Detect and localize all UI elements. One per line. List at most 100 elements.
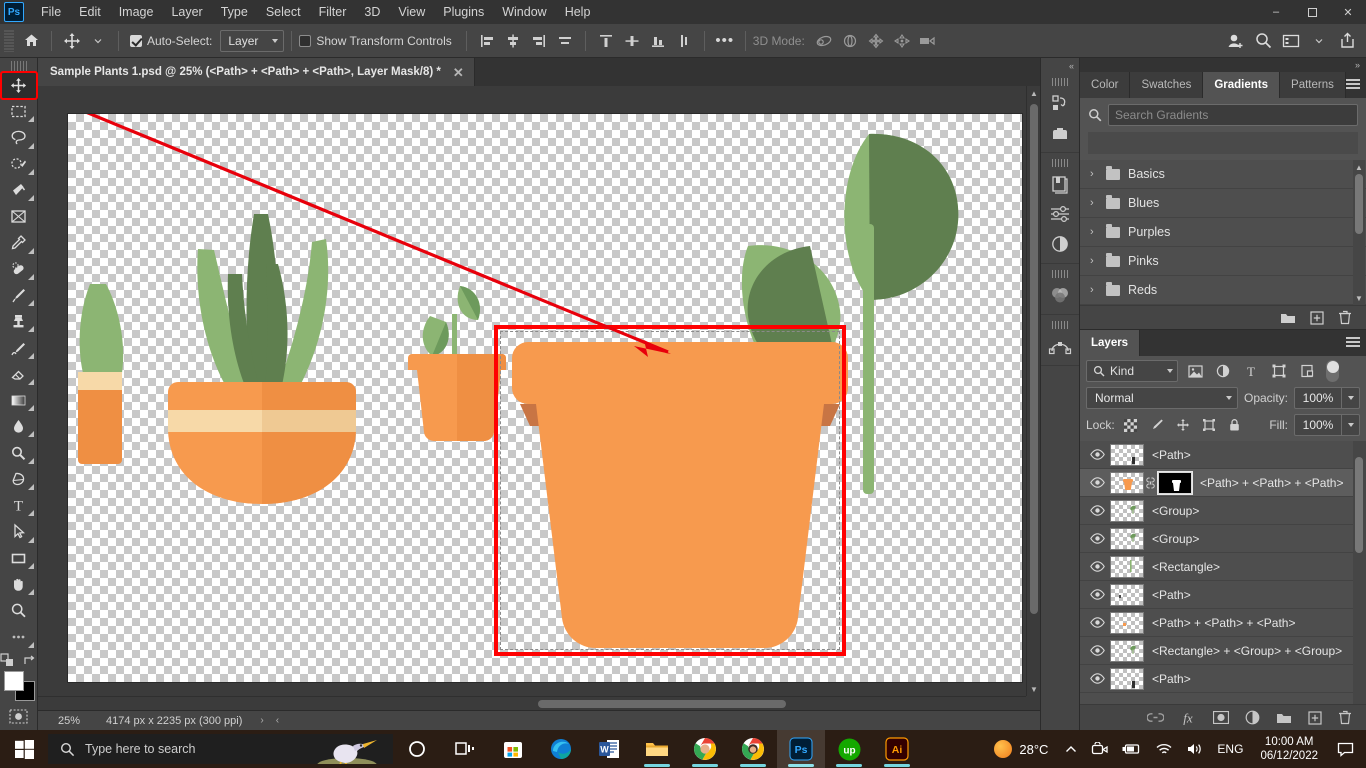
layer-thumbnail[interactable]: [1110, 443, 1144, 466]
scroll-thumb[interactable]: [1030, 104, 1038, 614]
lock-artboard-icon[interactable]: [1199, 415, 1219, 435]
options-bar-grip[interactable]: [4, 29, 14, 52]
menu-item-select[interactable]: Select: [257, 0, 310, 24]
menu-item-image[interactable]: Image: [110, 0, 163, 24]
layer-visibility-toggle[interactable]: [1084, 589, 1110, 600]
tool-zoom-tool[interactable]: [2, 598, 36, 623]
add-layer-mask-icon[interactable]: [1213, 711, 1229, 724]
align-right-edges-icon[interactable]: [526, 28, 552, 54]
scroll-up-icon[interactable]: ▲: [1027, 86, 1040, 100]
chevron-right-icon[interactable]: ›: [1090, 226, 1098, 238]
gradient-group-row[interactable]: › Reds: [1080, 276, 1366, 305]
maximize-button[interactable]: [1294, 0, 1330, 24]
panel-menu-icon[interactable]: [1346, 337, 1360, 339]
taskbar-app-adobe-photoshop[interactable]: Ps: [777, 730, 825, 768]
libraries-icon[interactable]: [1043, 118, 1077, 148]
tool-brush-tool[interactable]: [2, 283, 36, 308]
search-icon[interactable]: [1250, 28, 1276, 54]
more-options-button[interactable]: •••: [712, 28, 738, 54]
expand-panels-icon[interactable]: »: [1080, 58, 1366, 72]
start-button[interactable]: [0, 730, 48, 768]
taskbar-app-microsoft-word[interactable]: W: [585, 730, 633, 768]
3d-slide-icon[interactable]: [889, 28, 915, 54]
align-left-edges-icon[interactable]: [474, 28, 500, 54]
chevron-right-icon[interactable]: ›: [1090, 197, 1098, 209]
delete-icon[interactable]: [1338, 310, 1352, 325]
taskbar-app-adobe-illustrator[interactable]: Ai: [873, 730, 921, 768]
gradient-group-row[interactable]: › Purples: [1080, 218, 1366, 247]
zoom-level[interactable]: 25%: [38, 715, 94, 727]
fill-stepper[interactable]: [1342, 414, 1360, 436]
move-tool-icon[interactable]: [59, 28, 85, 54]
menu-item-help[interactable]: Help: [556, 0, 600, 24]
tool-preset-chevron-icon[interactable]: [85, 28, 111, 54]
filter-enable-toggle[interactable]: [1326, 360, 1339, 382]
align-bottom-edges-icon[interactable]: [645, 28, 671, 54]
layer-row[interactable]: <Rectangle>: [1080, 553, 1366, 581]
align-vertical-centers-icon[interactable]: [619, 28, 645, 54]
filter-adjustment-icon[interactable]: [1212, 360, 1234, 382]
search-gradients-input[interactable]: Search Gradients: [1108, 104, 1358, 126]
rail-grip[interactable]: [1052, 321, 1068, 329]
layer-thumbnail[interactable]: [1110, 555, 1144, 578]
status-prev-icon[interactable]: ‹: [270, 715, 285, 726]
status-next-icon[interactable]: ›: [254, 715, 269, 726]
scroll-thumb[interactable]: [1355, 174, 1363, 234]
taskbar-app-google-chrome-2[interactable]: [729, 730, 777, 768]
filter-smart-object-icon[interactable]: [1296, 360, 1318, 382]
adjustments-icon[interactable]: [1043, 199, 1077, 229]
tool-history-brush-tool[interactable]: [2, 335, 36, 360]
layer-row[interactable]: <Group>: [1080, 497, 1366, 525]
chevron-right-icon[interactable]: ›: [1090, 255, 1098, 267]
opacity-value[interactable]: 100%: [1294, 387, 1342, 409]
layer-visibility-toggle[interactable]: [1084, 673, 1110, 684]
show-transform-checkbox[interactable]: [299, 34, 312, 47]
canvas-area[interactable]: ▲ ▼: [38, 86, 1040, 710]
tool-move-tool[interactable]: [0, 70, 38, 101]
workspace-icon[interactable]: [1278, 28, 1304, 54]
adjustments-presets-icon[interactable]: [1043, 169, 1077, 199]
show-transform-group[interactable]: Show Transform Controls: [299, 34, 452, 48]
lock-all-icon[interactable]: [1225, 415, 1245, 435]
scroll-thumb[interactable]: [538, 700, 786, 708]
menu-item-plugins[interactable]: Plugins: [434, 0, 493, 24]
minimize-button[interactable]: –: [1258, 0, 1294, 24]
menu-item-type[interactable]: Type: [212, 0, 257, 24]
scroll-down-icon[interactable]: ▼: [1353, 291, 1365, 305]
delete-layer-icon[interactable]: [1338, 710, 1352, 725]
tool-type-tool[interactable]: T: [2, 493, 36, 518]
tool-frame-tool[interactable]: [2, 204, 36, 229]
opacity-control[interactable]: 100%: [1294, 387, 1360, 409]
link-layers-icon[interactable]: [1147, 712, 1164, 723]
camera-icon[interactable]: [1084, 730, 1115, 768]
paths-icon[interactable]: [1043, 331, 1077, 361]
layer-thumbnail[interactable]: [1110, 639, 1144, 662]
menu-item-window[interactable]: Window: [493, 0, 555, 24]
language-indicator[interactable]: ENG: [1210, 730, 1250, 768]
scroll-down-icon[interactable]: ▼: [1027, 682, 1040, 696]
layer-style-fx-icon[interactable]: fx: [1180, 711, 1197, 725]
rail-grip[interactable]: [1052, 78, 1068, 86]
scroll-thumb[interactable]: [1355, 457, 1363, 553]
channels-icon[interactable]: [1043, 280, 1077, 310]
chevron-right-icon[interactable]: ›: [1090, 284, 1098, 296]
taskbar-app-google-chrome[interactable]: [681, 730, 729, 768]
tool-blur-tool[interactable]: [2, 414, 36, 439]
tool-path-selection-tool[interactable]: [2, 519, 36, 544]
layer-mask-thumbnail[interactable]: [1157, 470, 1193, 495]
auto-select-group[interactable]: Auto-Select:: [130, 34, 212, 48]
new-gradient-icon[interactable]: [1310, 310, 1324, 325]
taskbar-search-input[interactable]: Type here to search: [48, 734, 393, 764]
tab-color[interactable]: Color: [1080, 72, 1131, 98]
tool-eraser-tool[interactable]: [2, 362, 36, 387]
new-group-icon[interactable]: [1276, 711, 1292, 724]
weather-widget[interactable]: 28°C: [984, 740, 1058, 758]
new-group-icon[interactable]: [1280, 311, 1296, 324]
filter-shape-icon[interactable]: [1268, 360, 1290, 382]
taskbar-app-upwork[interactable]: up: [825, 730, 873, 768]
fill-value[interactable]: 100%: [1294, 414, 1342, 436]
3d-roll-icon[interactable]: [837, 28, 863, 54]
taskbar-app-cortana[interactable]: [393, 730, 441, 768]
menu-item-view[interactable]: View: [389, 0, 434, 24]
foreground-color-swatch[interactable]: [3, 670, 24, 691]
